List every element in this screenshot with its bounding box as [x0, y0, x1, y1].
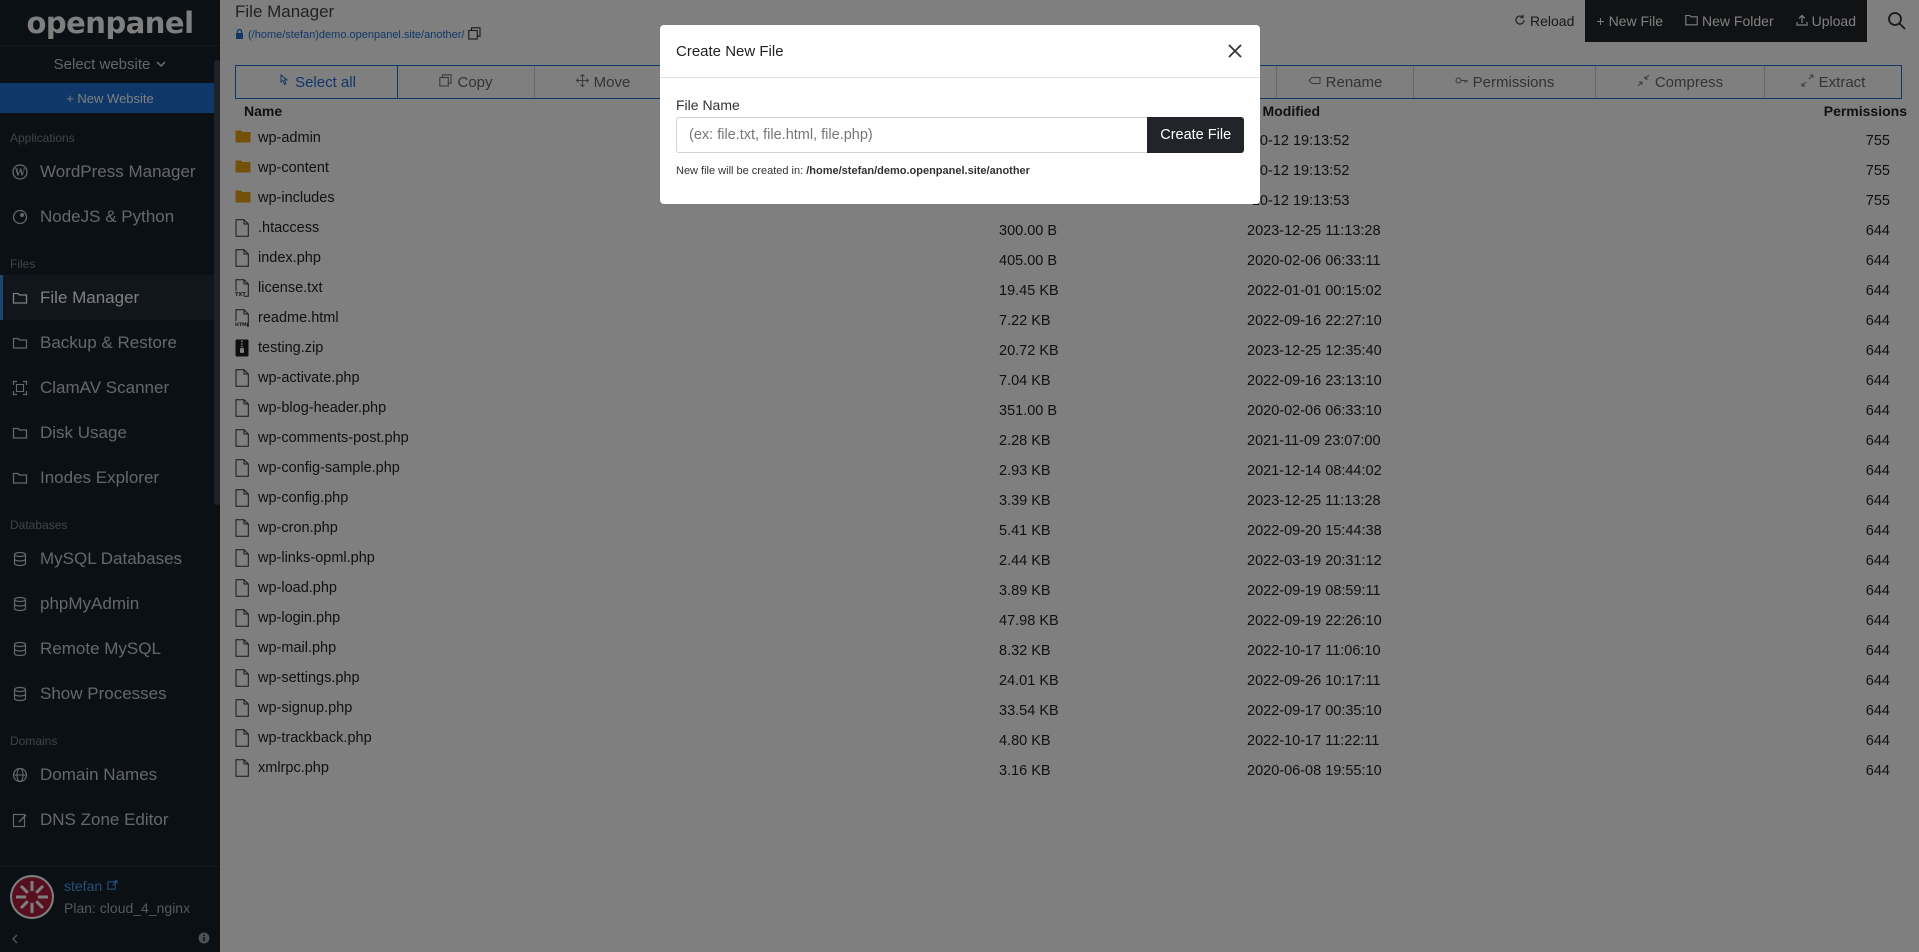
create-file-modal: Create New File File Name Create File Ne… — [660, 25, 1260, 204]
file-name-row: Create File — [676, 117, 1244, 153]
create-file-button[interactable]: Create File — [1147, 117, 1244, 153]
file-name-label: File Name — [676, 97, 740, 113]
hint-prefix: New file will be created in: — [676, 165, 804, 177]
file-name-input[interactable] — [676, 117, 1148, 153]
hint-path: /home/stefan/demo.openpanel.site/another — [806, 165, 1030, 177]
close-icon[interactable] — [1226, 42, 1244, 60]
modal-body: File Name Create File New file will be c… — [660, 78, 1260, 177]
location-hint: New file will be created in: /home/stefa… — [676, 165, 1244, 177]
modal-header: Create New File — [660, 25, 1260, 78]
modal-title: Create New File — [676, 42, 784, 60]
